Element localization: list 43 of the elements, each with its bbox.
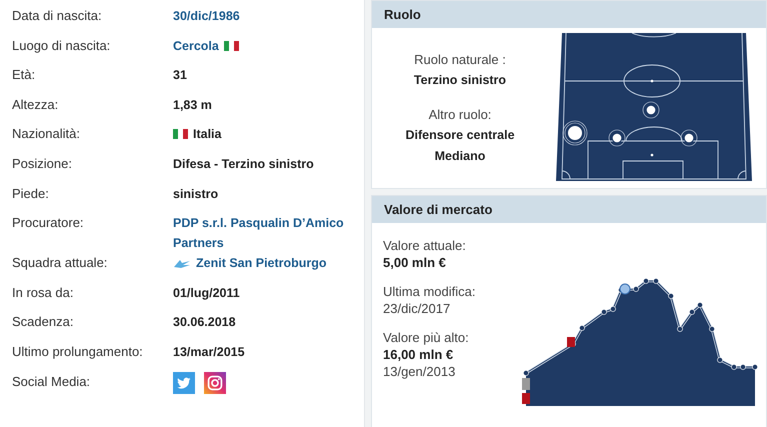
value-label: Valore attuale: <box>383 237 467 254</box>
field-label: Procuratore: <box>12 214 85 232</box>
panel-header: Valore di mercato <box>372 196 766 223</box>
value-label: Valore più alto: <box>383 329 470 346</box>
field-label: Squadra attuale: <box>12 254 108 272</box>
current-value: 5,00 mln € <box>383 254 447 271</box>
highest-date: 13/gen/2013 <box>383 363 456 380</box>
flag-icon <box>224 40 239 51</box>
field-label: Nazionalità: <box>12 125 81 144</box>
field-label: Data di nascita: <box>12 7 103 25</box>
field-value: 31 <box>173 67 187 84</box>
value-link[interactable]: Zenit San Pietroburgo <box>196 253 327 274</box>
field-value: 1,83 m <box>173 96 212 114</box>
field-label: Social Media: <box>12 372 92 391</box>
role-value: Difensore centrale <box>405 126 515 144</box>
field-label: In rosa da: <box>12 284 74 302</box>
instagram-icon[interactable] <box>204 372 226 394</box>
value-link[interactable]: Cercola <box>173 36 219 56</box>
field-label: Altezza: <box>12 96 60 114</box>
flag-icon <box>173 129 188 140</box>
field-value: sinistro <box>173 186 218 203</box>
highest-value: 16,00 mln € <box>383 346 454 363</box>
role-label: Altro ruolo: <box>428 106 492 124</box>
value-link[interactable]: PDP s.r.l. Pasqualin D’Amico Partners <box>173 213 360 254</box>
field-label: Ultimo prolungamento: <box>12 342 144 361</box>
field-value: 13/mar/2015 <box>173 344 245 361</box>
role-value: Terzino sinistro <box>414 72 506 88</box>
field-label: Scadenza: <box>12 313 74 332</box>
field-label: Età: <box>12 66 36 84</box>
field-label: Piede: <box>12 184 50 203</box>
field-value: Difesa - Terzino sinistro <box>173 156 314 173</box>
twitter-icon[interactable] <box>173 372 195 394</box>
value-label: Ultima modifica: <box>383 283 476 300</box>
value-link[interactable]: 30/dic/1986 <box>173 6 240 26</box>
field-label: Posizione: <box>12 154 73 173</box>
field-label: Luogo di nascita: <box>12 36 112 55</box>
modified-date: 23/dic/2017 <box>383 300 452 317</box>
role-label: Ruolo naturale : <box>414 50 506 68</box>
role-value: Mediano <box>434 148 486 164</box>
field-value: Italia <box>193 126 222 144</box>
panel-header: Ruolo <box>372 1 766 28</box>
field-value: 30.06.2018 <box>173 314 236 332</box>
field-value: 01/lug/2011 <box>173 284 240 302</box>
